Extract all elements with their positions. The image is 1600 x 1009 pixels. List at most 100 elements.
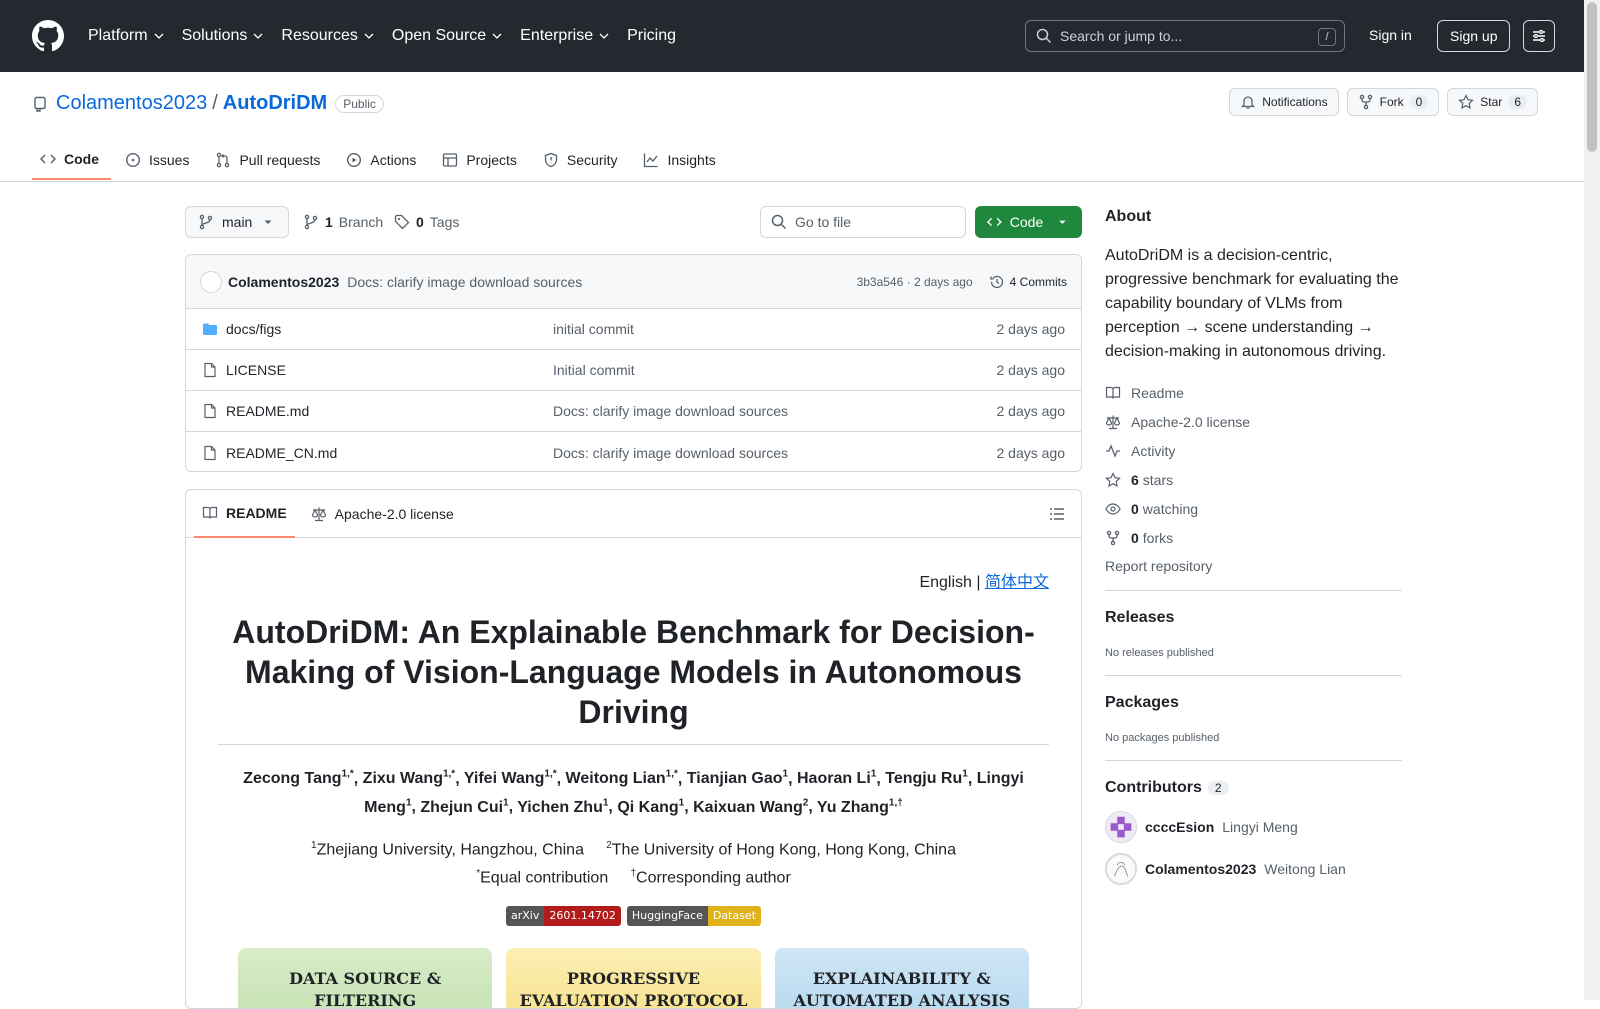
author: Zhejun Cui1 — [420, 797, 509, 816]
tab-security[interactable]: Security — [535, 140, 630, 180]
signup-button[interactable]: Sign up — [1437, 20, 1511, 52]
branch-label: Branch — [338, 214, 384, 230]
huggingface-badge[interactable]: HuggingFace Dataset — [626, 906, 762, 927]
fork-button[interactable]: Fork 0 — [1346, 88, 1440, 116]
arxiv-badge[interactable]: arXiv 2601.14702 — [505, 906, 621, 927]
tab-readme[interactable]: README — [194, 490, 295, 538]
pull-request-icon — [217, 152, 230, 168]
tag-icon — [394, 214, 410, 230]
repo-name-link[interactable]: AutoDriDM — [223, 92, 327, 115]
tab-code[interactable]: Code — [32, 140, 111, 180]
signin-link[interactable]: Sign in — [1369, 27, 1412, 43]
global-header: Platform Solutions Resources Open Source… — [0, 0, 1584, 72]
tab-security-label: Security — [566, 152, 618, 168]
sidebar-divider — [1105, 760, 1402, 761]
scrollbar-thumb[interactable] — [1587, 2, 1597, 152]
notifications-label: Notifications — [1262, 95, 1328, 109]
shield-icon — [544, 152, 558, 168]
book-icon — [202, 506, 218, 519]
stars-link[interactable]: 6 stars — [1105, 465, 1402, 494]
file-commit-message[interactable]: Docs: clarify image download sources — [553, 403, 788, 419]
search-shortcut-key: / — [1318, 28, 1336, 46]
readme-link[interactable]: Readme — [1105, 378, 1402, 407]
repo-title: Colamentos2023 / AutoDriDM Public — [32, 92, 384, 115]
visibility-badge: Public — [335, 94, 384, 113]
branches-link[interactable]: 1 Branch — [303, 214, 383, 230]
commit-author[interactable]: Colamentos2023 — [228, 274, 339, 290]
repo-actions: Notifications Fork 0 Star 6 — [1229, 88, 1538, 116]
star-icon — [1458, 94, 1475, 110]
avatar[interactable] — [200, 270, 222, 293]
activity-link[interactable]: Activity — [1105, 436, 1402, 465]
chevron-down-icon — [253, 33, 263, 39]
report-repository-link[interactable]: Report repository — [1105, 558, 1402, 574]
file-date: 2 days ago — [996, 444, 1066, 461]
nav-enterprise[interactable]: Enterprise — [520, 27, 609, 45]
contributor-login[interactable]: ccccEsion — [1145, 819, 1214, 835]
nav-platform[interactable]: Platform — [88, 27, 164, 45]
file-commit-message[interactable]: initial commit — [553, 321, 634, 337]
file-name[interactable]: docs/figs — [226, 321, 553, 337]
forks-link[interactable]: 0 forks — [1105, 523, 1402, 552]
sidebar-divider — [1105, 675, 1402, 676]
contributor[interactable]: Colamentos2023 Weitong Lian — [1105, 853, 1402, 885]
eye-icon — [1105, 502, 1121, 515]
list-unordered-icon[interactable] — [1049, 506, 1065, 522]
github-logo-icon[interactable] — [32, 20, 64, 52]
file-date: 2 days ago — [996, 403, 1066, 419]
nav-pricing[interactable]: Pricing — [627, 27, 676, 45]
tag-label: Tags — [429, 214, 460, 230]
tab-pull-requests[interactable]: Pull requests — [207, 140, 332, 180]
tab-actions-label: Actions — [370, 152, 417, 168]
license-link[interactable]: Apache-2.0 license — [1105, 407, 1402, 436]
pulse-icon — [1106, 443, 1120, 458]
file-date: 2 days ago — [996, 362, 1066, 378]
contributor-name: Weitong Lian — [1264, 861, 1346, 877]
graph-icon — [644, 153, 658, 168]
file-name[interactable]: README.md — [226, 403, 553, 419]
contributors-count: 2 — [1207, 781, 1229, 795]
nav-resources[interactable]: Resources — [281, 27, 374, 45]
file-commit-message[interactable]: Initial commit — [553, 362, 635, 378]
file-name[interactable]: LICENSE — [226, 362, 553, 378]
search-input[interactable]: Search or jump to... / — [1025, 20, 1345, 52]
star-button[interactable]: Star 6 — [1447, 88, 1538, 116]
packages-heading[interactable]: Packages — [1105, 694, 1402, 712]
menu-button[interactable] — [1523, 20, 1555, 52]
contributors-heading[interactable]: Contributors 2 — [1105, 779, 1402, 797]
file-row-readme[interactable]: README.md Docs: clarify image download s… — [186, 391, 1081, 432]
law-icon — [311, 507, 326, 521]
lang-chinese-link[interactable]: 简体中文 — [985, 574, 1049, 591]
notifications-button[interactable]: Notifications — [1229, 88, 1339, 116]
watching-link[interactable]: 0 watching — [1105, 494, 1402, 523]
repo-owner-link[interactable]: Colamentos2023 — [56, 92, 207, 115]
file-commit-message[interactable]: Docs: clarify image download sources — [553, 445, 788, 461]
tab-projects-label: Projects — [466, 152, 517, 168]
author: Qi Kang1 — [617, 797, 685, 816]
go-to-file-input[interactable]: Go to file — [760, 206, 966, 238]
tab-projects[interactable]: Projects — [434, 140, 529, 180]
file-row-readme-cn[interactable]: README_CN.md Docs: clarify image downloa… — [186, 432, 1081, 471]
commit-message[interactable]: Docs: clarify image download sources — [347, 274, 582, 290]
file-icon — [204, 362, 216, 378]
tab-issues[interactable]: Issues — [117, 140, 201, 180]
code-button[interactable]: Code — [975, 206, 1082, 238]
file-row-docs-figs[interactable]: docs/figs initial commit 2 days ago — [186, 309, 1081, 350]
commits-link[interactable]: 4 Commits — [989, 274, 1067, 290]
commit-hash-time[interactable]: 3b3a546 · 2 days ago — [857, 275, 973, 289]
releases-heading[interactable]: Releases — [1105, 609, 1402, 627]
file-icon — [204, 403, 216, 419]
contributor[interactable]: ccccEsion Lingyi Meng — [1105, 811, 1402, 843]
file-row-license[interactable]: LICENSE Initial commit 2 days ago — [186, 350, 1081, 391]
nav-open-source[interactable]: Open Source — [392, 27, 502, 45]
nav-solutions[interactable]: Solutions — [182, 27, 264, 45]
tab-insights[interactable]: Insights — [635, 140, 727, 180]
tab-actions[interactable]: Actions — [338, 140, 428, 180]
contributor-login[interactable]: Colamentos2023 — [1145, 861, 1256, 877]
file-name[interactable]: README_CN.md — [226, 445, 553, 461]
tab-license[interactable]: Apache-2.0 license — [303, 490, 462, 538]
tab-pull-requests-label: Pull requests — [239, 152, 321, 168]
repo-icon — [34, 96, 46, 112]
branch-select-button[interactable]: main — [185, 206, 290, 238]
tags-link[interactable]: 0 Tags — [394, 214, 459, 230]
